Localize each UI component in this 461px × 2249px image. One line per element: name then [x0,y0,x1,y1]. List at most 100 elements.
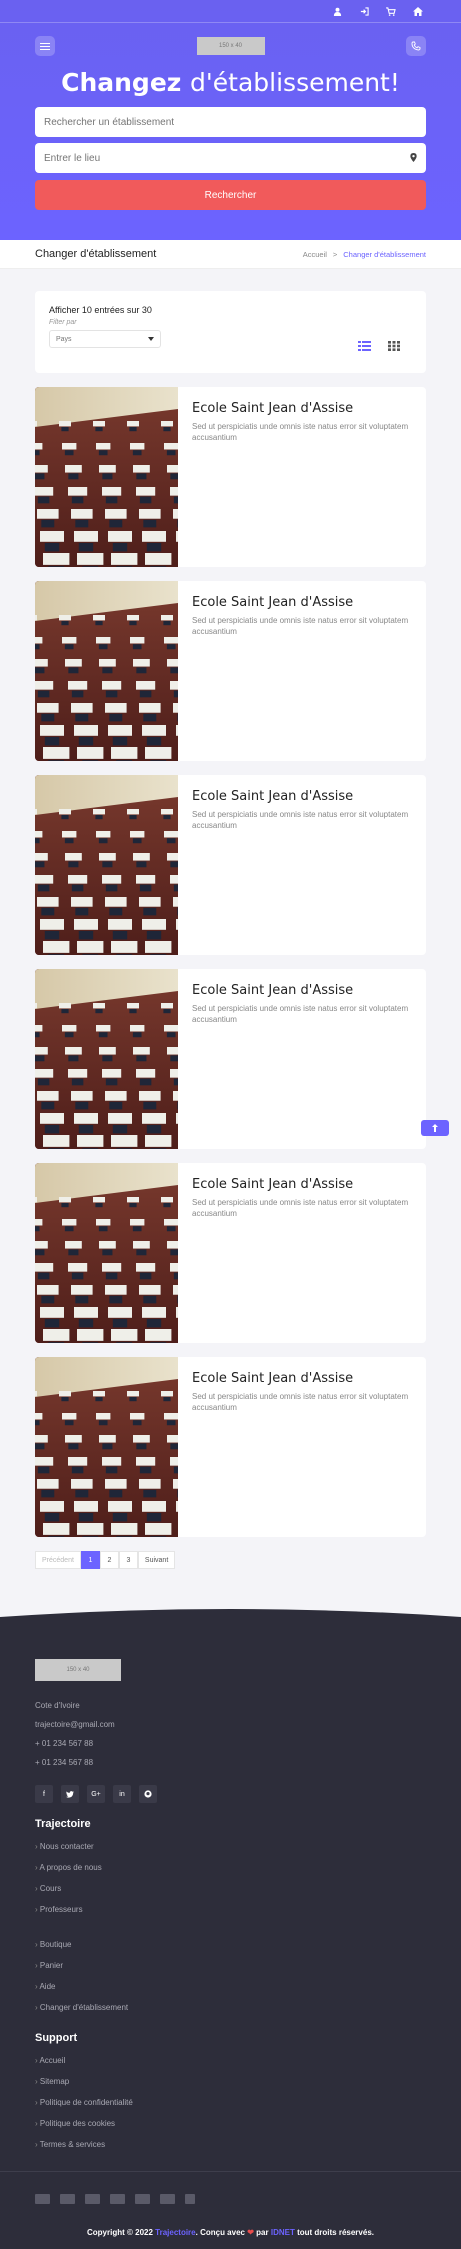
footer-link[interactable]: Accueil [35,2056,426,2065]
discover-icon [135,2194,150,2204]
school-card[interactable]: Ecole Saint Jean d'Assise Sed ut perspic… [35,581,426,761]
location-input[interactable] [44,152,410,164]
card-icon [85,2194,100,2204]
home-icon[interactable] [412,5,424,17]
footer-link[interactable]: Changer d'établissement [35,2003,426,2012]
view-toggle [354,338,404,354]
linkedin-icon[interactable]: in [113,1785,131,1803]
breadcrumb: Accueil > Changer d'établissement [303,250,426,259]
page-title: Changer d'établissement [35,248,157,260]
copyright: Copyright © 2022 Trajectoire. Conçu avec… [35,2204,426,2249]
classroom-image [35,969,178,1149]
school-description: Sed ut perspiciatis unde omnis iste natu… [192,810,409,830]
search-field[interactable] [35,107,426,137]
paypal-icon [185,2194,195,2204]
location-field[interactable] [35,143,426,173]
chevron-down-icon [148,336,154,343]
footer-link[interactable]: A propos de nous [35,1863,426,1872]
payment-icons [35,2172,426,2204]
heading-bold: Changez [61,68,182,97]
school-title: Ecole Saint Jean d'Assise [192,401,354,416]
footer-phone[interactable]: + 01 234 567 88 [35,1758,426,1767]
hero-header: 150 x 40 Changez d'établissement! Recher… [0,0,461,240]
footer-phone[interactable]: + 01 234 567 88 [35,1739,426,1748]
country-select[interactable]: Pays [49,330,161,348]
breadcrumb-bar: Changer d'établissement Accueil > Change… [0,240,461,269]
copyright-mid: . Conçu avec [195,2228,245,2237]
facebook-icon[interactable]: f [35,1785,53,1803]
breadcrumb-separator: > [332,249,338,259]
school-card-body: Ecole Saint Jean d'Assise Sed ut perspic… [178,1357,426,1537]
school-description: Sed ut perspiciatis unde omnis iste natu… [192,1198,409,1218]
school-list: Ecole Saint Jean d'Assise Sed ut perspic… [35,387,426,1537]
search-input[interactable] [44,116,417,128]
footer-section-title: Support [35,2032,78,2044]
pagination: Précédent 1 2 3 Suivant [35,1551,426,1569]
sign-in-icon[interactable] [358,5,370,17]
grid-view-icon[interactable] [384,338,404,354]
school-description: Sed ut perspiciatis unde omnis iste natu… [192,422,409,442]
classroom-image [35,581,178,761]
footer-link[interactable]: Nous contacter [35,1842,426,1851]
credit-card-icon [160,2194,175,2204]
topbar [35,0,426,22]
school-title: Ecole Saint Jean d'Assise [192,789,354,804]
google-plus-icon[interactable]: G+ [87,1785,105,1803]
github-icon[interactable] [139,1785,157,1803]
entries-count: Afficher 10 entrées sur 30 [49,305,152,315]
country-select-value: Pays [56,335,72,343]
menu-icon[interactable] [35,36,55,56]
classroom-image [35,387,178,567]
school-card[interactable]: Ecole Saint Jean d'Assise Sed ut perspic… [35,775,426,955]
heart-icon: ❤ [247,2228,254,2237]
footer-link[interactable]: Politique de confidentialité [35,2098,426,2107]
classroom-image [35,775,178,955]
footer-link[interactable]: Termes & services [35,2140,426,2149]
pagination-page[interactable]: 3 [118,1551,138,1569]
school-card[interactable]: Ecole Saint Jean d'Assise Sed ut perspic… [35,1163,426,1343]
back-to-top-button[interactable] [421,1120,449,1136]
school-card[interactable]: Ecole Saint Jean d'Assise Sed ut perspic… [35,969,426,1149]
visa-icon [35,2194,50,2204]
footer-link[interactable]: Aide [35,1982,426,1991]
school-description: Sed ut perspiciatis unde omnis iste natu… [192,1392,409,1412]
footer-link[interactable]: Cours [35,1884,426,1893]
map-pin-icon [410,152,417,164]
user-icon[interactable] [331,5,343,17]
logo[interactable]: 150 x 40 [196,37,265,55]
school-title: Ecole Saint Jean d'Assise [192,1177,354,1192]
footer-links: Accueil Sitemap Politique de confidentia… [35,2056,426,2149]
school-card[interactable]: Ecole Saint Jean d'Assise Sed ut perspic… [35,387,426,567]
breadcrumb-home[interactable]: Accueil [303,250,327,259]
pagination-page[interactable]: 1 [80,1551,100,1569]
pagination-next[interactable]: Suivant [137,1551,176,1569]
list-view-icon[interactable] [354,338,374,354]
footer-link[interactable]: Politique des cookies [35,2119,426,2128]
school-title: Ecole Saint Jean d'Assise [192,1371,354,1386]
footer-link[interactable]: Boutique [35,1940,426,1949]
footer-link[interactable]: Sitemap [35,2077,426,2086]
cart-icon[interactable] [385,5,397,17]
phone-icon[interactable] [406,36,426,56]
pagination-page[interactable]: 2 [99,1551,119,1569]
twitter-icon[interactable] [61,1785,79,1803]
pagination-previous[interactable]: Précédent [35,1551,81,1569]
school-card-body: Ecole Saint Jean d'Assise Sed ut perspic… [178,775,426,955]
school-card[interactable]: Ecole Saint Jean d'Assise Sed ut perspic… [35,1357,426,1537]
classroom-image [35,1357,178,1537]
footer-wave [0,1609,461,1627]
footer-email[interactable]: trajectoire@gmail.com [35,1720,426,1729]
copyright-brand[interactable]: Trajectoire [155,2228,195,2237]
school-card-body: Ecole Saint Jean d'Assise Sed ut perspic… [178,1163,426,1343]
footer-link[interactable]: Panier [35,1961,426,1970]
social-links: f G+ in [35,1785,426,1803]
search-button[interactable]: Rechercher [35,180,426,210]
page-heading: Changez d'établissement! [35,68,426,97]
school-title: Ecole Saint Jean d'Assise [192,983,354,998]
footer-links: Nous contacter A propos de nous Cours Pr… [35,1842,426,1914]
copyright-author[interactable]: IDNET [271,2228,295,2237]
footer-link[interactable]: Professeurs [35,1905,426,1914]
footer-country: Cote d'Ivoire [35,1701,80,1710]
heading-rest: d'établissement! [190,68,400,97]
footer-logo[interactable]: 150 x 40 [35,1659,121,1681]
